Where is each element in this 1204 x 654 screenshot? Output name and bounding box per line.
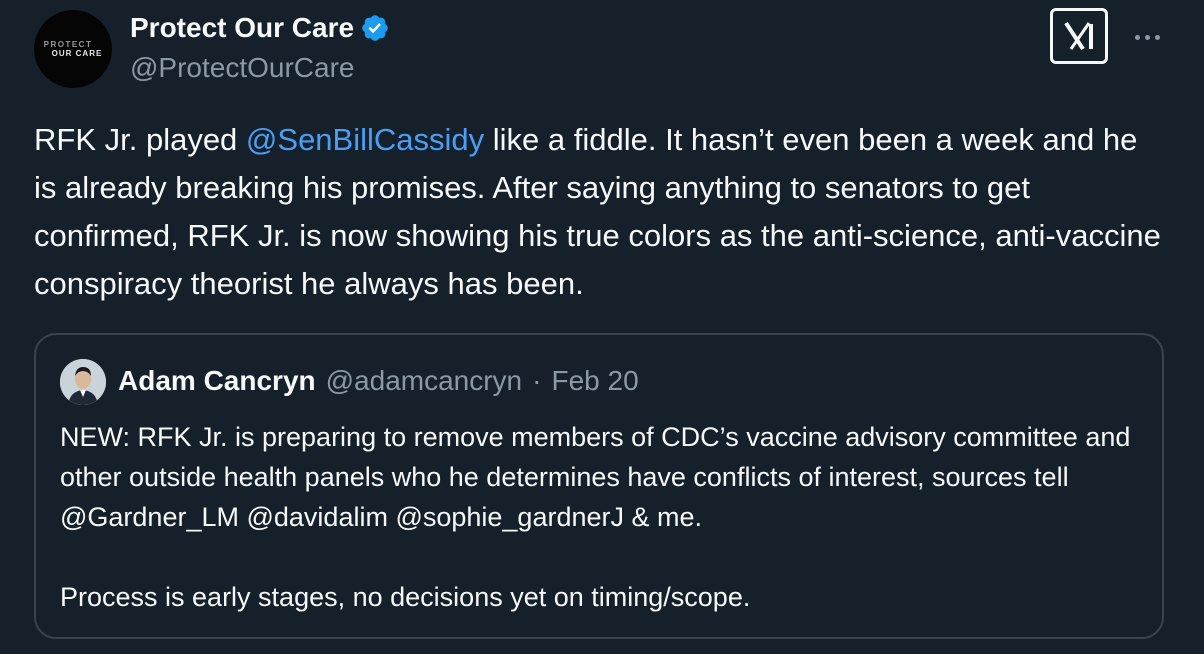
- verified-badge-icon[interactable]: [360, 13, 390, 43]
- author-display-name[interactable]: Protect Our Care: [130, 12, 354, 44]
- quoted-paragraph-1: NEW: RFK Jr. is preparing to remove memb…: [60, 422, 1131, 532]
- author-avatar[interactable]: PROTECT OUR CARE: [34, 10, 112, 88]
- author-handle[interactable]: @ProtectOurCare: [130, 52, 355, 84]
- avatar-text-line2: OUR CARE: [51, 49, 103, 58]
- separator-dot: ·: [532, 365, 542, 396]
- more-options-icon[interactable]: [1130, 22, 1164, 52]
- tweet-text: RFK Jr. played @SenBillCassidy like a fi…: [34, 116, 1164, 308]
- mention-link[interactable]: @SenBillCassidy: [246, 122, 484, 157]
- quoted-display-name[interactable]: Adam Cancryn: [118, 365, 316, 397]
- tweet-card: PROTECT OUR CARE Protect Our Care @Prote…: [0, 0, 1204, 654]
- quoted-paragraph-2: Process is early stages, no decisions ye…: [60, 582, 751, 612]
- quoted-tweet-header: Adam Cancryn @adamcancryn · Feb 20: [118, 365, 639, 397]
- author-name-row: Protect Our Care: [130, 12, 390, 44]
- tweet-text-part1: RFK Jr. played: [34, 122, 246, 157]
- quoted-tweet[interactable]: Adam Cancryn @adamcancryn · Feb 20 NEW: …: [34, 333, 1164, 639]
- quoted-handle[interactable]: @adamcancryn: [326, 365, 523, 397]
- quoted-date[interactable]: Feb 20: [551, 365, 638, 397]
- quoted-tweet-text: NEW: RFK Jr. is preparing to remove memb…: [60, 417, 1140, 617]
- avatar-text-line1: PROTECT: [43, 40, 93, 49]
- x-logo-icon[interactable]: [1050, 8, 1108, 64]
- quoted-author-avatar[interactable]: [60, 359, 106, 405]
